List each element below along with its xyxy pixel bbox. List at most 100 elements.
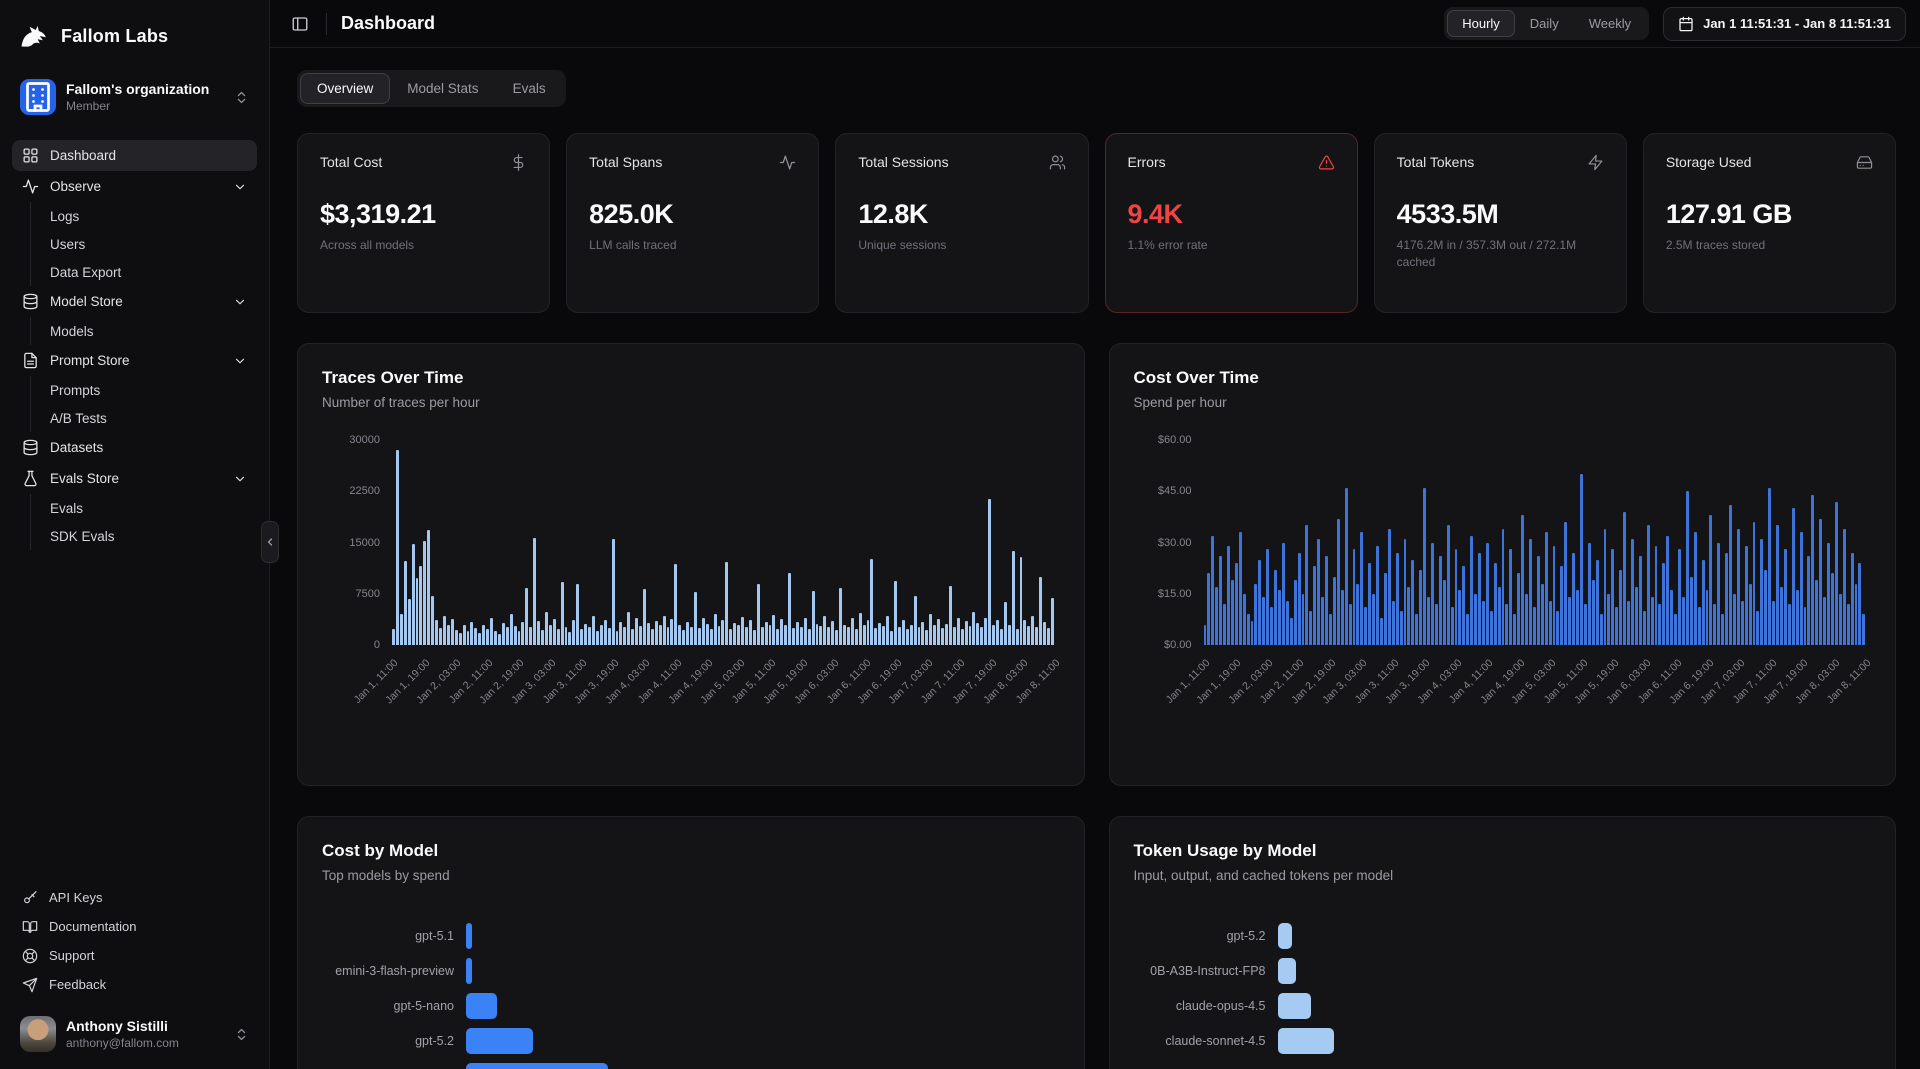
hbar-row-gpt-5-2: gpt-5.2 bbox=[1134, 923, 1872, 949]
sidebar-item-documentation[interactable]: Documentation bbox=[12, 912, 257, 941]
avatar bbox=[20, 1016, 56, 1052]
bar bbox=[678, 625, 681, 646]
bar bbox=[1788, 604, 1791, 645]
granularity-hourly[interactable]: Hourly bbox=[1447, 10, 1515, 37]
bar bbox=[400, 614, 403, 645]
bar bbox=[568, 632, 571, 645]
bar bbox=[1827, 543, 1830, 646]
bar bbox=[1737, 529, 1740, 645]
user-menu[interactable]: Anthony Sistilli anthony@fallom.com bbox=[12, 1009, 257, 1059]
sidebar-item-datasets[interactable]: Datasets bbox=[12, 432, 257, 463]
bar bbox=[753, 630, 756, 645]
bar bbox=[1419, 570, 1422, 645]
y-axis-tick: $45.00 bbox=[1134, 485, 1192, 497]
bar bbox=[1305, 525, 1308, 645]
date-range-button[interactable]: Jan 1 11:51:31 - Jan 8 11:51:31 bbox=[1663, 7, 1906, 41]
stat-card-subtitle: Unique sessions bbox=[858, 237, 1065, 254]
sidebar-item-label: Prompt Store bbox=[50, 353, 222, 368]
bar bbox=[1466, 614, 1469, 645]
bar bbox=[749, 620, 752, 645]
bar bbox=[737, 625, 740, 645]
bar bbox=[1694, 532, 1697, 645]
tab-overview[interactable]: Overview bbox=[300, 73, 390, 104]
hbar-row-0b-a3b-instruct-fp8: 0B-A3B-Instruct-FP8 bbox=[1134, 958, 1872, 984]
bar bbox=[1204, 625, 1207, 646]
tab-model-stats[interactable]: Model Stats bbox=[390, 73, 495, 104]
sidebar-item-prompt-store[interactable]: Prompt Store bbox=[12, 345, 257, 376]
bar bbox=[882, 626, 885, 645]
sidebar-item-users[interactable]: Users bbox=[44, 230, 257, 258]
sidebar-item-data-export[interactable]: Data Export bbox=[44, 258, 257, 286]
bar bbox=[1494, 563, 1497, 645]
sidebar-item-logs[interactable]: Logs bbox=[44, 202, 257, 230]
bar bbox=[1807, 556, 1810, 645]
bar bbox=[396, 450, 399, 645]
file-text-icon bbox=[22, 352, 39, 369]
bar bbox=[427, 530, 430, 645]
bar bbox=[1631, 539, 1634, 645]
sidebar-item-sdk-evals[interactable]: SDK Evals bbox=[44, 522, 257, 550]
bar bbox=[1584, 604, 1587, 645]
bar bbox=[612, 539, 615, 645]
stat-card-header: Total Spans bbox=[589, 154, 796, 171]
bar bbox=[529, 627, 532, 645]
org-switcher[interactable]: Fallom's organization Member bbox=[12, 72, 257, 122]
key-icon bbox=[22, 890, 38, 906]
bar-plot bbox=[1204, 440, 1866, 645]
bar bbox=[1360, 532, 1363, 645]
bar bbox=[1690, 577, 1693, 645]
bar bbox=[482, 625, 485, 646]
bar bbox=[494, 631, 497, 645]
bar bbox=[1384, 573, 1387, 645]
bar bbox=[710, 629, 713, 645]
bar bbox=[1592, 580, 1595, 645]
sidebar-collapse-handle[interactable] bbox=[261, 521, 279, 563]
bar bbox=[902, 620, 905, 645]
sidebar-item-a-b-tests[interactable]: A/B Tests bbox=[44, 404, 257, 432]
alert-triangle-icon bbox=[1318, 154, 1335, 171]
bar bbox=[1278, 958, 1296, 984]
granularity-daily[interactable]: Daily bbox=[1515, 10, 1574, 37]
sidebar-item-evals[interactable]: Evals bbox=[44, 494, 257, 522]
sidebar-toggle-button[interactable] bbox=[284, 8, 316, 40]
tab-evals[interactable]: Evals bbox=[496, 73, 563, 104]
bar bbox=[584, 624, 587, 645]
stat-card-subtitle: 1.1% error rate bbox=[1128, 237, 1335, 254]
bar bbox=[1254, 584, 1257, 646]
hbar-track bbox=[466, 993, 1060, 1019]
bar bbox=[470, 622, 473, 645]
sidebar-item-label: Dashboard bbox=[50, 148, 247, 163]
sidebar-item-models[interactable]: Models bbox=[44, 317, 257, 345]
bar bbox=[1815, 580, 1818, 645]
topbar: Dashboard HourlyDailyWeekly Jan 1 11:51:… bbox=[270, 0, 1920, 48]
bar bbox=[1239, 532, 1242, 645]
bar bbox=[521, 622, 524, 645]
bar bbox=[910, 625, 913, 646]
sidebar-item-model-store[interactable]: Model Store bbox=[12, 286, 257, 317]
granularity-weekly[interactable]: Weekly bbox=[1574, 10, 1646, 37]
sidebar-item-support[interactable]: Support bbox=[12, 941, 257, 970]
stat-card-subtitle: 2.5M traces stored bbox=[1666, 237, 1873, 254]
bar bbox=[1666, 536, 1669, 645]
chevron-down-icon bbox=[233, 295, 247, 309]
sidebar-item-feedback[interactable]: Feedback bbox=[12, 970, 257, 999]
brand-row: Fallom Labs bbox=[12, 12, 257, 58]
users-icon bbox=[1049, 154, 1066, 171]
sidebar-item-api-keys[interactable]: API Keys bbox=[12, 883, 257, 912]
bar bbox=[1023, 620, 1026, 645]
y-axis-tick: 15000 bbox=[322, 537, 380, 549]
chart-area: $0.00$15.00$30.00$45.00$60.00Jan 1, 11:0… bbox=[1134, 440, 1872, 755]
bar bbox=[957, 618, 960, 645]
sidebar-item-dashboard[interactable]: Dashboard bbox=[12, 140, 257, 171]
bar bbox=[1404, 539, 1407, 645]
sidebar-item-observe[interactable]: Observe bbox=[12, 171, 257, 202]
stat-card-subtitle: 4176.2M in / 357.3M out / 272.1M cached bbox=[1397, 237, 1604, 272]
bar bbox=[1745, 546, 1748, 645]
bar bbox=[1760, 539, 1763, 645]
stat-card-total-spans: Total Spans825.0KLLM calls traced bbox=[566, 133, 819, 313]
bar bbox=[616, 631, 619, 645]
bar bbox=[769, 625, 772, 646]
sidebar-item-prompts[interactable]: Prompts bbox=[44, 376, 257, 404]
bar bbox=[490, 618, 493, 645]
sidebar-item-evals-store[interactable]: Evals Store bbox=[12, 463, 257, 494]
